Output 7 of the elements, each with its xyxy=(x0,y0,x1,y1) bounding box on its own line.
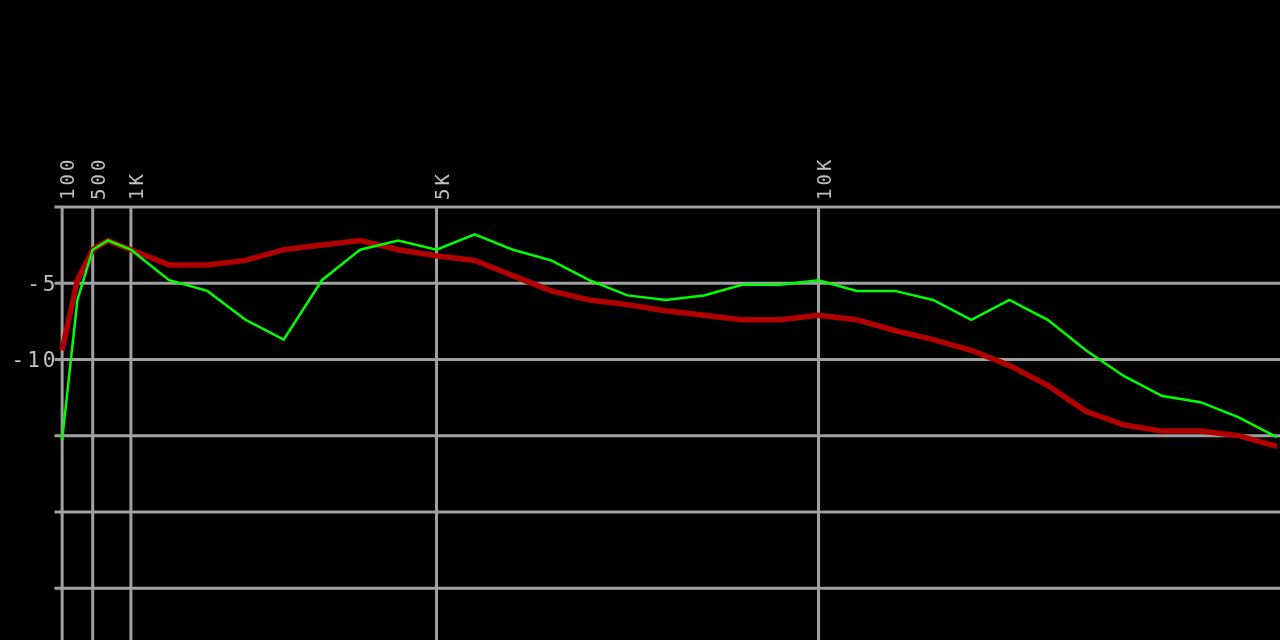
x-tick-label: 1K xyxy=(124,171,147,200)
x-tick-label: 100 xyxy=(56,156,79,200)
y-tick-label: -10 xyxy=(11,348,59,373)
x-tick-label: 10K xyxy=(812,156,835,200)
x-tick-label: 5K xyxy=(430,171,453,200)
y-tick-label: -5 xyxy=(27,272,59,297)
x-tick-label: 500 xyxy=(86,156,109,200)
